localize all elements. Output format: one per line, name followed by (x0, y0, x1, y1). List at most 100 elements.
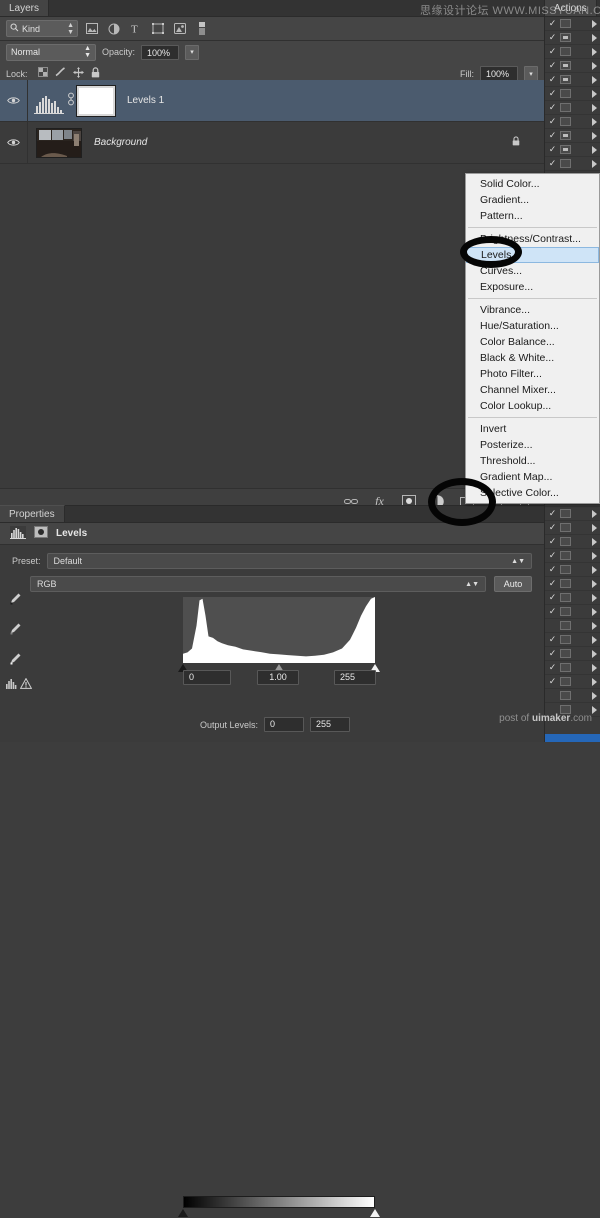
menu-item-photo-filter[interactable]: Photo Filter... (466, 366, 599, 382)
action-dialog-toggle-icon[interactable] (560, 621, 571, 630)
actions-row[interactable]: ✓ (545, 633, 600, 647)
smart-object-filter-icon[interactable] (171, 20, 188, 37)
action-dialog-toggle-icon[interactable] (560, 33, 571, 42)
action-dialog-toggle-icon[interactable] (560, 523, 571, 532)
action-enabled-checkmark-icon[interactable]: ✓ (548, 145, 557, 154)
input-gamma-field[interactable]: 1.00 (257, 670, 299, 685)
menu-item-selective-color[interactable]: Selective Color... (466, 485, 599, 501)
action-dialog-toggle-icon[interactable] (560, 131, 571, 140)
action-dialog-toggle-icon[interactable] (560, 551, 571, 560)
channel-select[interactable]: RGB ▲▼ (30, 576, 486, 592)
output-white-field[interactable]: 255 (310, 717, 350, 732)
action-dialog-toggle-icon[interactable] (560, 677, 571, 686)
action-dialog-toggle-icon[interactable] (560, 145, 571, 154)
chevron-right-icon[interactable] (592, 594, 597, 602)
chevron-right-icon[interactable] (592, 622, 597, 630)
layer-name[interactable]: Background (94, 137, 147, 148)
action-enabled-checkmark-icon[interactable]: ✓ (548, 47, 557, 56)
chevron-right-icon[interactable] (592, 636, 597, 644)
actions-row[interactable]: ✓ (545, 45, 600, 59)
actions-row[interactable]: ✓ (545, 675, 600, 689)
actions-row[interactable]: ✓ (545, 143, 600, 157)
action-dialog-toggle-icon[interactable] (560, 509, 571, 518)
actions-row[interactable]: ✓ (545, 115, 600, 129)
action-dialog-toggle-icon[interactable] (560, 579, 571, 588)
chevron-right-icon[interactable] (592, 104, 597, 112)
chevron-right-icon[interactable] (592, 608, 597, 616)
menu-item-posterize[interactable]: Posterize... (466, 437, 599, 453)
chevron-right-icon[interactable] (592, 90, 597, 98)
warning-icon[interactable] (20, 678, 32, 692)
action-enabled-checkmark-icon[interactable]: ✓ (548, 593, 557, 602)
action-enabled-checkmark-icon[interactable]: ✓ (548, 159, 557, 168)
actions-row[interactable]: ✓ (545, 59, 600, 73)
action-dialog-toggle-icon[interactable] (560, 691, 571, 700)
chevron-right-icon[interactable] (592, 48, 597, 56)
input-white-field[interactable]: 255 (334, 670, 376, 685)
chevron-right-icon[interactable] (592, 664, 597, 672)
actions-row[interactable]: ✓ (545, 73, 600, 87)
menu-item-color-lookup[interactable]: Color Lookup... (466, 398, 599, 414)
actions-row[interactable]: ✓ (545, 577, 600, 591)
action-dialog-toggle-icon[interactable] (560, 593, 571, 602)
menu-item-invert[interactable]: Invert (466, 421, 599, 437)
adjustment-filter-icon[interactable] (105, 20, 122, 37)
chevron-right-icon[interactable] (592, 678, 597, 686)
action-dialog-toggle-icon[interactable] (560, 103, 571, 112)
action-enabled-checkmark-icon[interactable]: ✓ (548, 677, 557, 686)
actions-row[interactable]: ✓ (545, 549, 600, 563)
menu-item-channel-mixer[interactable]: Channel Mixer... (466, 382, 599, 398)
opacity-slider-button[interactable]: ▾ (185, 45, 199, 60)
actions-row[interactable]: ✓ (545, 591, 600, 605)
actions-row[interactable]: ✓ (545, 87, 600, 101)
chevron-right-icon[interactable] (592, 132, 597, 140)
menu-item-curves[interactable]: Curves... (466, 263, 599, 279)
action-dialog-toggle-icon[interactable] (560, 663, 571, 672)
menu-item-vibrance[interactable]: Vibrance... (466, 302, 599, 318)
lock-image-icon[interactable] (55, 67, 66, 80)
chevron-right-icon[interactable] (592, 118, 597, 126)
black-point-eyedropper-icon[interactable] (8, 592, 22, 609)
chevron-right-icon[interactable] (592, 510, 597, 518)
menu-item-levels[interactable]: Levels... (466, 247, 599, 263)
action-enabled-checkmark-icon[interactable]: ✓ (548, 33, 557, 42)
blend-mode-select[interactable]: Normal ▲▼ (6, 44, 96, 61)
gray-point-eyedropper-icon[interactable] (8, 622, 22, 639)
action-enabled-checkmark-icon[interactable]: ✓ (548, 663, 557, 672)
chevron-right-icon[interactable] (592, 566, 597, 574)
action-dialog-toggle-icon[interactable] (560, 635, 571, 644)
menu-item-pattern[interactable]: Pattern... (466, 208, 599, 224)
layer-visibility-toggle[interactable] (0, 122, 28, 163)
filter-toggle-icon[interactable] (193, 20, 210, 37)
actions-row[interactable]: ✓ (545, 157, 600, 171)
action-enabled-checkmark-icon[interactable]: ✓ (548, 565, 557, 574)
menu-item-color-balance[interactable]: Color Balance... (466, 334, 599, 350)
action-enabled-checkmark-icon[interactable]: ✓ (548, 523, 557, 532)
action-dialog-toggle-icon[interactable] (560, 117, 571, 126)
action-enabled-checkmark-icon[interactable]: ✓ (548, 509, 557, 518)
action-dialog-toggle-icon[interactable] (560, 75, 571, 84)
fill-input[interactable]: 100% (480, 66, 518, 81)
lock-all-icon[interactable] (91, 67, 100, 81)
layer-visibility-toggle[interactable] (0, 80, 28, 121)
table-row[interactable]: Levels 1 (0, 80, 544, 122)
menu-item-gradient-map[interactable]: Gradient Map... (466, 469, 599, 485)
action-enabled-checkmark-icon[interactable]: ✓ (548, 117, 557, 126)
chevron-right-icon[interactable] (592, 706, 597, 714)
action-dialog-toggle-icon[interactable] (560, 159, 571, 168)
shape-filter-icon[interactable] (149, 20, 166, 37)
lock-transparent-icon[interactable] (38, 67, 48, 80)
levels-adjustment-thumbnail[interactable] (32, 87, 65, 114)
chevron-right-icon[interactable] (592, 524, 597, 532)
layer-thumbnail[interactable] (36, 128, 82, 158)
chevron-right-icon[interactable] (592, 552, 597, 560)
action-enabled-checkmark-icon[interactable]: ✓ (548, 131, 557, 140)
action-enabled-checkmark-icon[interactable]: ✓ (548, 649, 557, 658)
chevron-right-icon[interactable] (592, 692, 597, 700)
preset-select[interactable]: Default ▲▼ (47, 553, 532, 569)
actions-row[interactable]: ✓ (545, 129, 600, 143)
fill-slider-button[interactable]: ▾ (524, 66, 538, 81)
actions-row[interactable]: ✓ (545, 563, 600, 577)
action-enabled-checkmark-icon[interactable]: ✓ (548, 89, 557, 98)
chevron-right-icon[interactable] (592, 580, 597, 588)
